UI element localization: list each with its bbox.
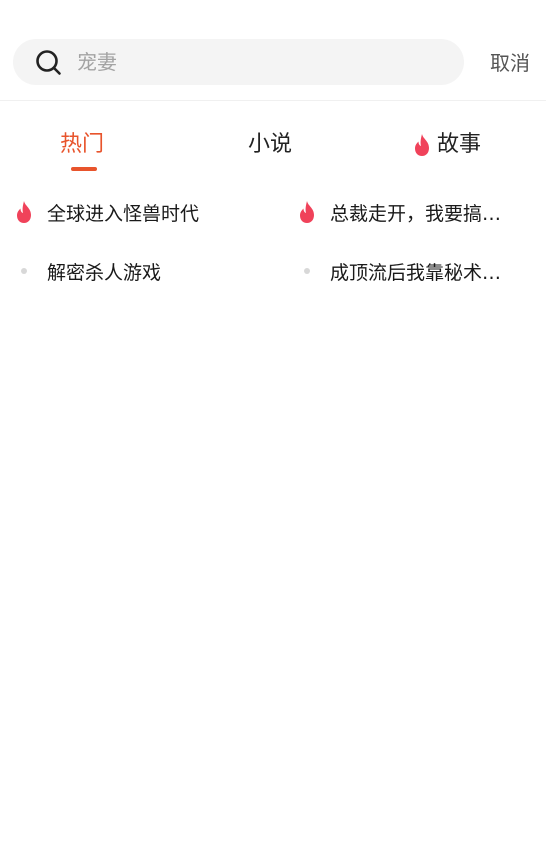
- list-item[interactable]: 解密杀人游戏: [13, 256, 273, 286]
- tab-hot[interactable]: 热门: [60, 128, 104, 162]
- search-input[interactable]: [77, 39, 447, 85]
- active-tab-indicator: [71, 167, 97, 171]
- dot-icon: [21, 268, 27, 274]
- tab-hot-label: 热门: [60, 132, 105, 157]
- category-tabs: 热门 小说 故事: [0, 102, 546, 180]
- list-item[interactable]: 总裁走开，我要搞事业: [296, 197, 536, 227]
- list-item-title: 解密杀人游戏: [47, 261, 162, 284]
- tab-story-label: 故事: [437, 132, 482, 157]
- search-box[interactable]: [13, 39, 464, 85]
- search-header: 取消: [0, 0, 546, 101]
- tab-novel-label: 小说: [248, 132, 293, 157]
- list-item-title: 全球进入怪兽时代: [47, 202, 200, 225]
- search-icon: [36, 50, 61, 75]
- list-item-title: 总裁走开，我要搞事业: [330, 202, 512, 225]
- list-item[interactable]: 成顶流后我靠秘术翻红: [296, 256, 536, 286]
- tab-novel[interactable]: 小说: [248, 128, 292, 162]
- flame-icon: [415, 134, 429, 156]
- tab-story[interactable]: 故事: [411, 128, 481, 162]
- cancel-button[interactable]: 取消: [490, 47, 530, 79]
- search-page: 取消 热门 小说 故事 全球进入怪兽时代 总裁走开，我要搞事业 解密杀人游戏: [0, 0, 546, 868]
- flame-icon: [300, 201, 314, 223]
- list-item-title: 成顶流后我靠秘术翻红: [330, 261, 512, 284]
- dot-icon: [304, 268, 310, 274]
- flame-icon: [17, 201, 31, 223]
- list-item[interactable]: 全球进入怪兽时代: [13, 197, 273, 227]
